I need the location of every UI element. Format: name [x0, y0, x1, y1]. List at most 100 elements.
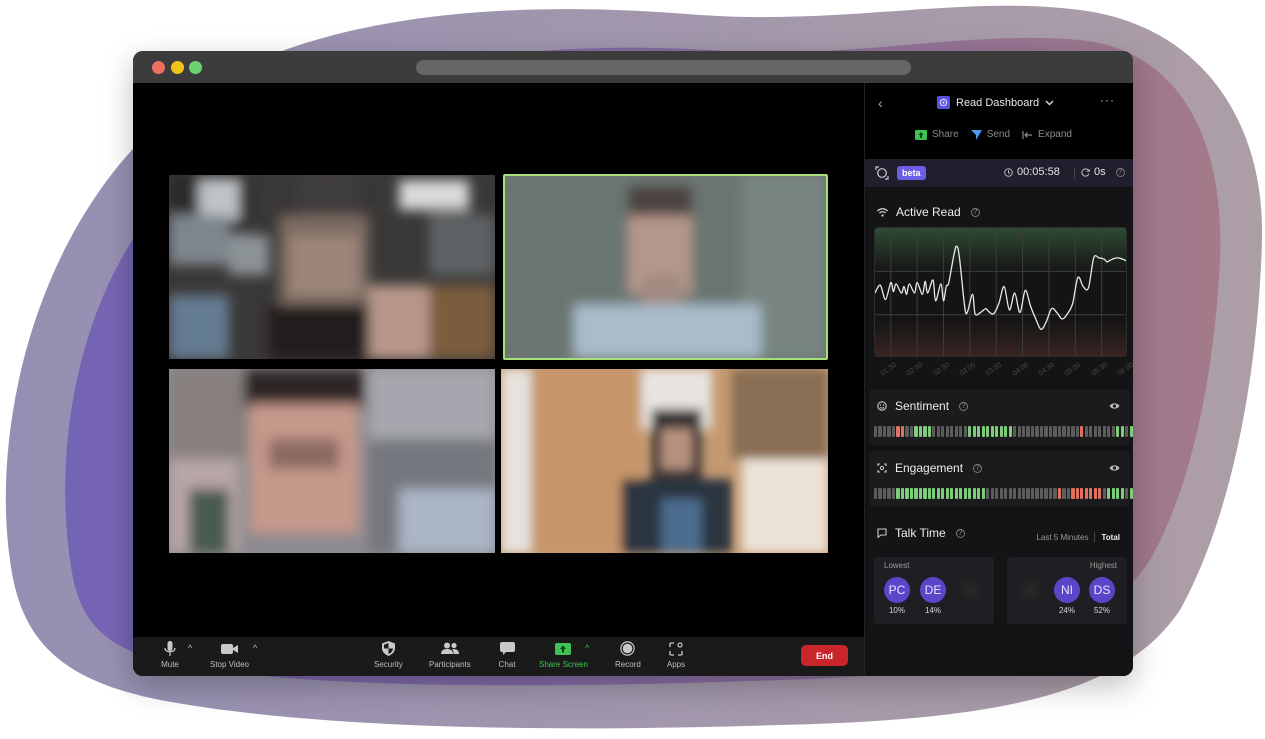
- audio-options-caret[interactable]: ^: [188, 643, 192, 653]
- empty-avatar-slot: [958, 577, 984, 603]
- security-label: Security: [374, 660, 403, 669]
- segment-positive: [927, 488, 931, 499]
- segment-neutral: [936, 426, 940, 437]
- video-tile-participant-4[interactable]: [501, 369, 828, 553]
- segment-neutral: [874, 426, 878, 437]
- lowest-talkers-box: Lowest PC 10% DE 14%: [874, 557, 994, 624]
- talk-percent: 10%: [888, 606, 905, 615]
- segment-neutral: [1021, 488, 1026, 499]
- segment-neutral: [1057, 426, 1062, 437]
- segment-positive: [999, 426, 1003, 437]
- active-read-header: Active Read ?: [877, 205, 980, 219]
- segment-positive: [923, 426, 927, 437]
- expand-icon: [1022, 130, 1033, 139]
- total-option[interactable]: Total: [1101, 533, 1120, 542]
- segment-neutral: [1044, 488, 1048, 499]
- apps-button[interactable]: Apps: [665, 640, 687, 669]
- segment-negative: [1071, 488, 1075, 499]
- talker-de[interactable]: DE 14%: [920, 577, 946, 615]
- talk-time-header: Talk Time ?: [877, 526, 965, 540]
- active-read-title: Active Read: [896, 205, 961, 219]
- x-tick-label: 02:30: [932, 361, 951, 378]
- status-help-icon[interactable]: ?: [1115, 167, 1125, 177]
- segment-neutral: [1030, 426, 1035, 437]
- segment-positive: [963, 488, 967, 499]
- record-button[interactable]: Record: [615, 640, 641, 669]
- video-tile-participant-1[interactable]: [169, 175, 495, 359]
- engagement-card: Engagement ?: [869, 451, 1133, 507]
- active-read-chart: [874, 227, 1127, 357]
- chat-label: Chat: [498, 660, 516, 669]
- segment-negative: [1057, 488, 1062, 499]
- stop-video-button[interactable]: Stop Video: [210, 640, 249, 669]
- chat-button[interactable]: Chat: [496, 640, 518, 669]
- participant-2-video: [505, 176, 826, 358]
- segment-positive: [945, 488, 949, 499]
- engagement-visibility-eye-icon[interactable]: [1109, 464, 1120, 472]
- video-camera-icon: [219, 640, 241, 657]
- active-read-help-icon[interactable]: ?: [970, 207, 980, 217]
- elapsed-timer: 00:05:58: [1004, 166, 1060, 178]
- sentiment-help-icon[interactable]: ?: [959, 401, 969, 411]
- talker-ni[interactable]: NI 24%: [1054, 577, 1080, 615]
- talker-ds[interactable]: DS 52%: [1089, 577, 1115, 615]
- segment-neutral: [950, 426, 954, 437]
- segment-neutral: [909, 426, 914, 437]
- share-screen-button[interactable]: Share Screen: [539, 640, 588, 669]
- close-window-button[interactable]: [152, 61, 165, 74]
- engagement-header: Engagement ?: [877, 461, 983, 475]
- more-options-button[interactable]: ···: [1100, 93, 1115, 107]
- segment-positive: [968, 426, 972, 437]
- mute-button[interactable]: Mute: [159, 640, 181, 669]
- segment-neutral: [1044, 426, 1048, 437]
- send-action-button[interactable]: Send: [970, 129, 1010, 140]
- participants-button[interactable]: Participants: [429, 640, 471, 669]
- title-bar: [133, 51, 1133, 83]
- back-button[interactable]: ‹: [878, 95, 883, 111]
- segment-neutral: [1125, 488, 1129, 499]
- segment-positive: [977, 426, 981, 437]
- video-tile-participant-3[interactable]: [169, 369, 495, 553]
- video-options-caret[interactable]: ^: [253, 643, 257, 653]
- security-button[interactable]: Security: [374, 640, 403, 669]
- refresh-icon: [1081, 167, 1090, 177]
- segment-neutral: [1021, 426, 1026, 437]
- video-tile-participant-2[interactable]: [503, 174, 828, 360]
- share-action-button[interactable]: Share: [915, 129, 959, 140]
- segment-negative: [1098, 488, 1102, 499]
- segment-positive: [977, 488, 981, 499]
- segment-positive: [900, 488, 905, 499]
- segment-positive: [1004, 426, 1008, 437]
- segment-positive: [936, 488, 940, 499]
- segment-positive: [950, 488, 954, 499]
- talker-pc[interactable]: PC 10%: [884, 577, 910, 615]
- engagement-help-icon[interactable]: ?: [973, 463, 983, 473]
- talk-percent: 52%: [1093, 606, 1110, 615]
- expand-action-button[interactable]: Expand: [1022, 129, 1072, 140]
- segment-positive: [1129, 488, 1133, 499]
- segment-neutral: [1026, 488, 1030, 499]
- last-5-minutes-option[interactable]: Last 5 Minutes: [1036, 533, 1088, 542]
- maximize-window-button[interactable]: [189, 61, 202, 74]
- segment-positive: [1116, 488, 1120, 499]
- toggle-divider: [1094, 532, 1096, 542]
- share-options-caret[interactable]: ^: [585, 643, 589, 653]
- participants-label: Participants: [429, 660, 471, 669]
- shield-icon: [377, 640, 399, 657]
- segment-neutral: [999, 488, 1003, 499]
- talk-time-help-icon[interactable]: ?: [955, 528, 965, 538]
- segment-neutral: [986, 488, 990, 499]
- minimize-window-button[interactable]: [171, 61, 184, 74]
- segment-negative: [1089, 488, 1093, 499]
- segment-positive: [918, 426, 923, 437]
- address-bar[interactable]: [416, 60, 911, 75]
- end-meeting-button[interactable]: End: [801, 645, 848, 666]
- segment-neutral: [1017, 426, 1021, 437]
- dashboard-selector[interactable]: Read Dashboard: [937, 96, 1054, 109]
- sentiment-visibility-eye-icon[interactable]: [1109, 402, 1120, 410]
- segment-positive: [972, 426, 976, 437]
- segment-neutral: [1026, 426, 1030, 437]
- segment-neutral: [1102, 488, 1106, 499]
- segment-positive: [909, 488, 914, 499]
- avatar: NI: [1054, 577, 1080, 603]
